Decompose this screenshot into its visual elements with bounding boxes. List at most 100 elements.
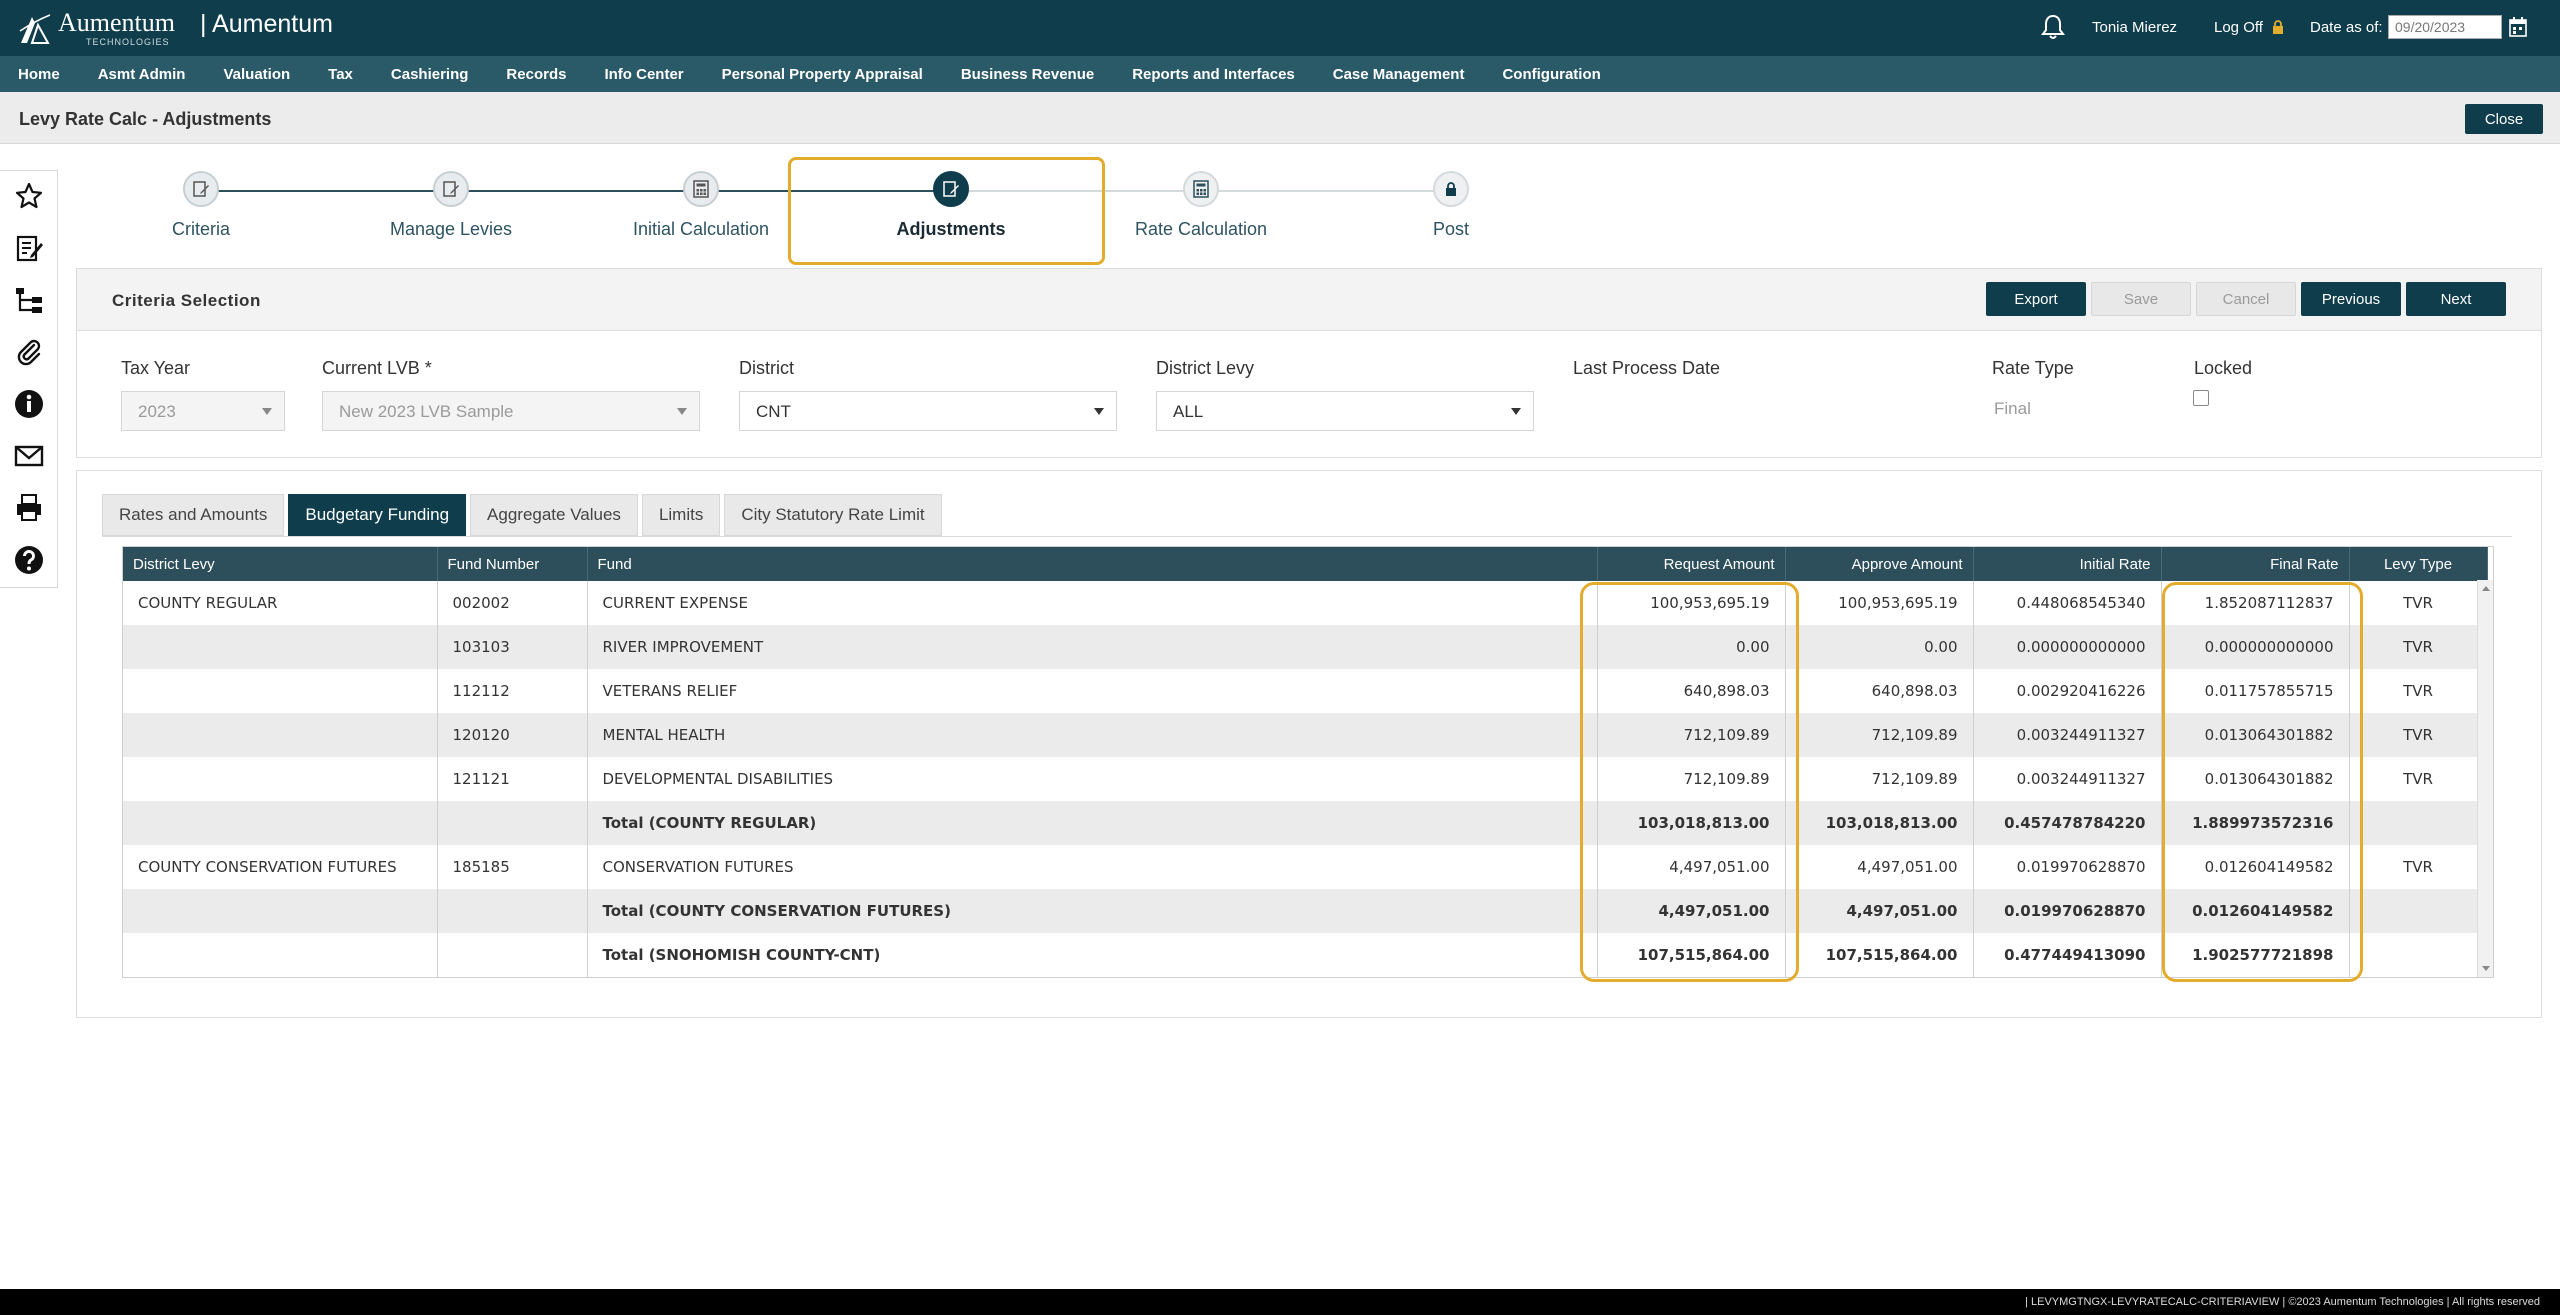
cell-approve-amount: 0.00 xyxy=(1785,625,1974,669)
table-row[interactable]: 103103 RIVER IMPROVEMENT 0.00 0.00 0.000… xyxy=(123,625,2488,669)
scroll-up-icon[interactable] xyxy=(2482,586,2490,591)
step-label: Initial Calculation xyxy=(632,219,770,239)
scroll-down-icon[interactable] xyxy=(2482,966,2490,971)
district-levy-select[interactable]: ALL xyxy=(1156,391,1534,431)
notification-bell-icon[interactable] xyxy=(2040,13,2066,41)
cell-fund-number: 002002 xyxy=(437,581,588,625)
info-icon xyxy=(15,390,43,418)
tab-limits[interactable]: Limits xyxy=(641,494,721,536)
nav-configuration[interactable]: Configuration xyxy=(1502,66,1600,83)
cell-levy-type: TVR xyxy=(2349,713,2488,757)
nav-tax[interactable]: Tax xyxy=(328,66,353,83)
user-name[interactable]: Tonia Mierez xyxy=(2092,19,2177,36)
district-levy-value: ALL xyxy=(1173,402,1204,421)
help-button[interactable] xyxy=(12,543,46,577)
page-footer: | LEVYMGTNGX-LEVYRATECALC-CRITERIAVIEW |… xyxy=(0,1289,2560,1315)
chevron-down-icon xyxy=(677,408,687,415)
cell-fund: MENTAL HEALTH xyxy=(587,713,1598,757)
nav-personal-property-appraisal[interactable]: Personal Property Appraisal xyxy=(722,66,923,83)
cell-initial-rate: 0.019970628870 xyxy=(1973,845,2162,889)
table-row[interactable]: 121121 DEVELOPMENTAL DISABILITIES 712,10… xyxy=(123,757,2488,801)
calendar-icon[interactable] xyxy=(2508,16,2528,38)
col-approve-amount[interactable]: Approve Amount xyxy=(1785,547,1974,581)
export-button[interactable]: Export xyxy=(1986,282,2086,316)
tab-budgetary-funding[interactable]: Budgetary Funding xyxy=(288,494,467,536)
chevron-down-icon xyxy=(1094,408,1104,415)
next-button[interactable]: Next xyxy=(2406,282,2506,316)
table-row[interactable]: 112112 VETERANS RELIEF 640,898.03 640,89… xyxy=(123,669,2488,713)
col-district-levy[interactable]: District Levy xyxy=(123,547,438,581)
cell-district-levy xyxy=(123,933,438,977)
print-button[interactable] xyxy=(12,491,46,525)
cell-approve-amount: 103,018,813.00 xyxy=(1785,801,1974,845)
tab-aggregate-values[interactable]: Aggregate Values xyxy=(470,494,638,536)
step-post[interactable]: Post xyxy=(1361,171,1541,240)
col-initial-rate[interactable]: Initial Rate xyxy=(1973,547,2162,581)
cell-fund-number: 121121 xyxy=(437,757,588,801)
logo-mark-icon xyxy=(19,14,51,44)
cell-approve-amount: 4,497,051.00 xyxy=(1785,889,1974,933)
cancel-button[interactable]: Cancel xyxy=(2196,282,2296,316)
budgetary-funding-grid: District Levy Fund Number Fund Request A… xyxy=(122,546,2494,978)
grid-scrollbar[interactable] xyxy=(2477,580,2493,977)
logoff-link[interactable]: Log Off xyxy=(2214,19,2285,36)
nav-home[interactable]: Home xyxy=(18,66,60,83)
budgetary-funding-table: District Levy Fund Number Fund Request A… xyxy=(123,547,2488,977)
cell-fund-number: 103103 xyxy=(437,625,588,669)
criteria-title: Criteria Selection xyxy=(112,291,261,310)
nav-records[interactable]: Records xyxy=(506,66,566,83)
cell-levy-type xyxy=(2349,801,2488,845)
hierarchy-icon xyxy=(16,288,42,313)
cell-levy-type xyxy=(2349,933,2488,977)
step-initial-calculation[interactable]: Initial Calculation xyxy=(611,171,791,240)
district-levy-label: District Levy xyxy=(1156,358,1255,378)
criteria-selection-panel: Criteria Selection Export Save Cancel Pr… xyxy=(76,268,2542,458)
cell-initial-rate: 0.457478784220 xyxy=(1973,801,2162,845)
nav-reports-and-interfaces[interactable]: Reports and Interfaces xyxy=(1132,66,1295,83)
previous-button[interactable]: Previous xyxy=(2301,282,2401,316)
attachment-button[interactable] xyxy=(12,335,46,369)
table-row[interactable]: 120120 MENTAL HEALTH 712,109.89 712,109.… xyxy=(123,713,2488,757)
nav-asmt-admin[interactable]: Asmt Admin xyxy=(98,66,186,83)
table-total-row: Total (COUNTY CONSERVATION FUTURES) 4,49… xyxy=(123,889,2488,933)
step-rate-calculation[interactable]: Rate Calculation xyxy=(1111,171,1291,240)
aumentum-logo[interactable]: Aumentum TECHNOLOGIES xyxy=(18,6,175,50)
tab-city-statutory-rate-limit[interactable]: City Statutory Rate Limit xyxy=(724,494,942,536)
col-request-amount[interactable]: Request Amount xyxy=(1597,547,1786,581)
cell-district-levy: COUNTY REGULAR xyxy=(123,581,438,625)
nav-cashiering[interactable]: Cashiering xyxy=(391,66,469,83)
nav-info-center[interactable]: Info Center xyxy=(604,66,683,83)
col-fund[interactable]: Fund xyxy=(587,547,1598,581)
nav-valuation[interactable]: Valuation xyxy=(223,66,290,83)
logo-text: Aumentum xyxy=(58,7,175,37)
cell-fund: Total (COUNTY CONSERVATION FUTURES) xyxy=(587,889,1598,933)
hierarchy-button[interactable] xyxy=(12,283,46,317)
locked-checkbox[interactable] xyxy=(2193,390,2209,406)
col-fund-number[interactable]: Fund Number xyxy=(437,547,588,581)
col-final-rate[interactable]: Final Rate xyxy=(2161,547,2350,581)
table-row[interactable]: COUNTY REGULAR 002002 CURRENT EXPENSE 10… xyxy=(123,581,2488,625)
cell-approve-amount: 100,953,695.19 xyxy=(1785,581,1974,625)
step-manage-levies[interactable]: Manage Levies xyxy=(361,171,541,240)
tab-rates-and-amounts[interactable]: Rates and Amounts xyxy=(102,494,285,536)
lock-icon xyxy=(2273,20,2284,34)
current-lvb-select[interactable]: New 2023 LVB Sample xyxy=(322,391,700,431)
mail-button[interactable] xyxy=(12,439,46,473)
nav-case-management[interactable]: Case Management xyxy=(1333,66,1465,83)
last-process-date-label: Last Process Date xyxy=(1573,358,1721,378)
nav-business-revenue[interactable]: Business Revenue xyxy=(961,66,1094,83)
col-levy-type[interactable]: Levy Type xyxy=(2349,547,2488,581)
close-button[interactable]: Close xyxy=(2465,104,2543,134)
info-button[interactable] xyxy=(12,387,46,421)
table-row[interactable]: COUNTY CONSERVATION FUTURES 185185 CONSE… xyxy=(123,845,2488,889)
step-criteria[interactable]: Criteria xyxy=(111,171,291,240)
tax-year-select[interactable]: 2023 xyxy=(121,391,285,431)
district-select[interactable]: CNT xyxy=(739,391,1117,431)
request-amount-highlight xyxy=(1580,582,1799,982)
date-as-of-input[interactable] xyxy=(2388,15,2502,39)
cell-fund: CONSERVATION FUTURES xyxy=(587,845,1598,889)
final-rate-highlight xyxy=(2162,582,2363,982)
cell-fund: VETERANS RELIEF xyxy=(587,669,1598,713)
save-button[interactable]: Save xyxy=(2091,282,2191,316)
rate-type-label: Rate Type xyxy=(1992,358,2074,378)
